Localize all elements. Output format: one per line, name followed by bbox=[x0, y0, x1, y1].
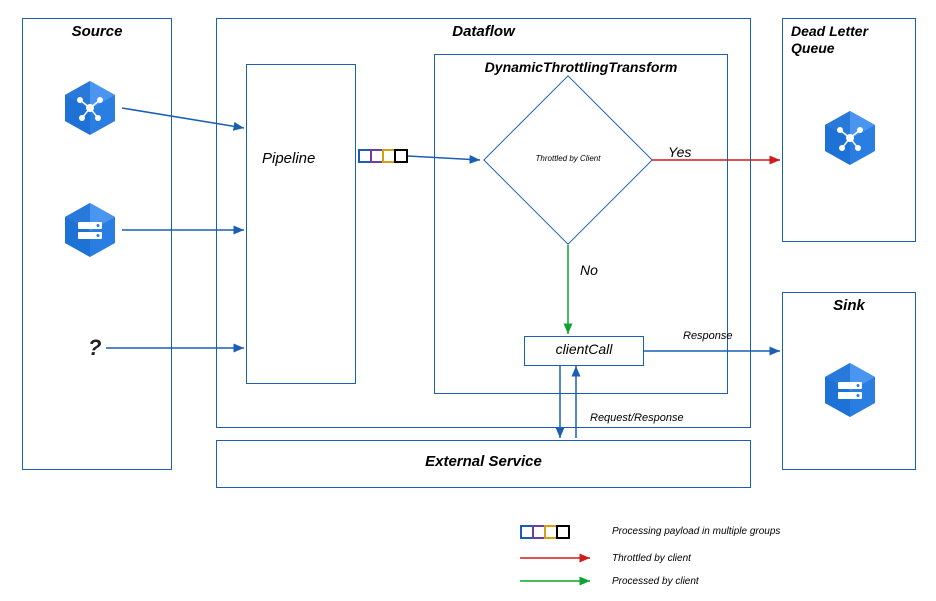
dlq-pubsub-icon bbox=[820, 108, 880, 168]
legend-payload-squares bbox=[520, 525, 568, 539]
source-question-mark: ? bbox=[88, 335, 101, 361]
legend-throttled-label: Throttled by client bbox=[612, 553, 691, 564]
legend-processed-label: Processed by client bbox=[612, 576, 699, 587]
no-label: No bbox=[580, 262, 598, 278]
source-storage-icon bbox=[60, 200, 120, 260]
sink-storage-icon bbox=[820, 360, 880, 420]
dataflow-title: Dataflow bbox=[217, 19, 750, 44]
clientcall-box: clientCall bbox=[524, 336, 644, 366]
transform-title: DynamicThrottlingTransform bbox=[435, 55, 727, 79]
sink-title: Sink bbox=[783, 293, 915, 318]
external-service-box: External Service bbox=[216, 440, 751, 488]
dlq-title: Dead Letter Queue bbox=[783, 19, 915, 61]
payload-squares bbox=[358, 149, 406, 163]
legend-payload-label: Processing payload in multiple groups bbox=[612, 526, 780, 537]
decision-label: Throttled by Client bbox=[526, 154, 610, 163]
req-resp-label: Request/Response bbox=[590, 412, 684, 424]
response-label: Response bbox=[683, 330, 733, 342]
source-pubsub-icon bbox=[60, 78, 120, 138]
pipeline-box bbox=[246, 64, 356, 384]
yes-label: Yes bbox=[668, 144, 691, 160]
pipeline-label: Pipeline bbox=[262, 150, 315, 167]
source-title: Source bbox=[23, 19, 171, 44]
external-service-title: External Service bbox=[217, 441, 750, 474]
